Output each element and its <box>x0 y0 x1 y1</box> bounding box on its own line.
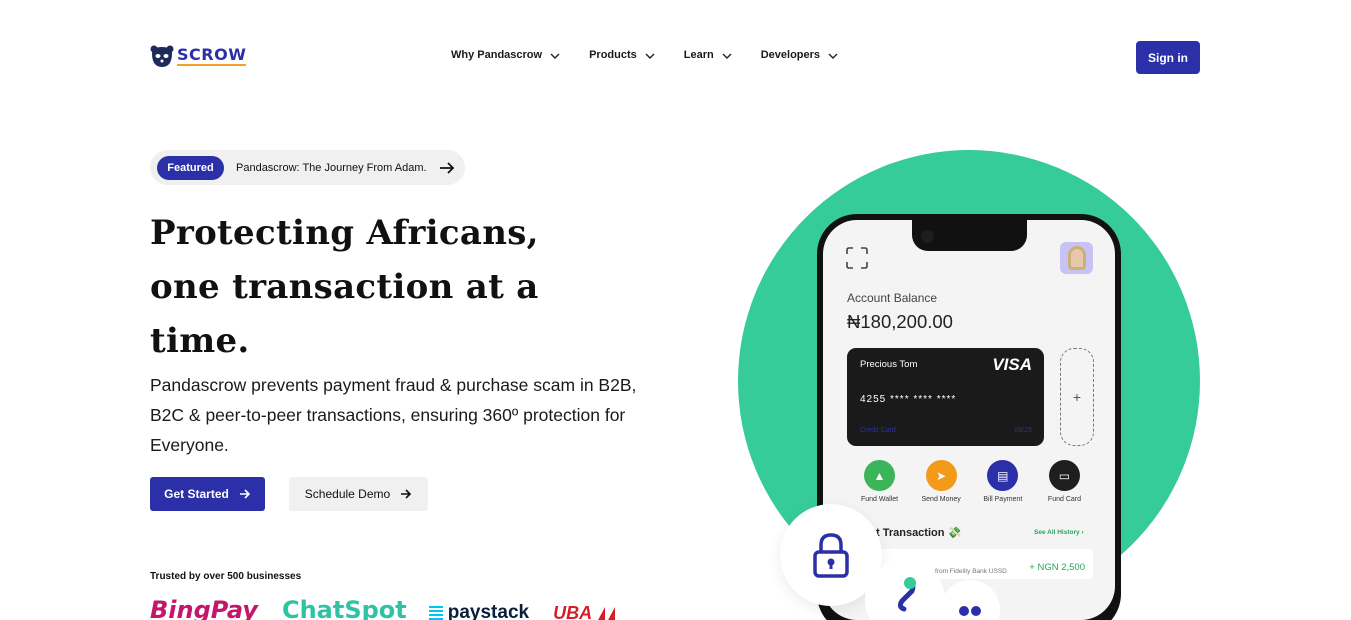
menu-label: Products <box>589 49 637 61</box>
users-icon <box>959 606 981 616</box>
logo-text: SCROW <box>177 44 247 66</box>
menu-label: Why Pandascrow <box>451 49 543 61</box>
action-fund-wallet: ▲ Fund Wallet <box>852 460 907 503</box>
menu-why-pandascrow[interactable]: Why Pandascrow <box>451 49 560 61</box>
schedule-demo-button[interactable]: Schedule Demo <box>289 477 428 511</box>
panda-logo-icon <box>150 45 174 67</box>
top-nav: SCROW Why Pandascrow Products Learn Deve… <box>0 0 1351 115</box>
chatspot-logo: ChatSpot <box>281 596 407 620</box>
card-number: 4255 **** **** **** <box>860 394 957 405</box>
chevron-down-icon <box>645 53 655 59</box>
fund-card-icon: ▭ <box>1048 460 1080 491</box>
chevron-down-icon <box>722 53 732 59</box>
arrow-right-icon <box>439 161 454 174</box>
action-label: Fund Wallet <box>860 496 899 503</box>
link-icon <box>897 577 916 612</box>
action-bill-payment: ▤ Bill Payment <box>975 460 1030 503</box>
menu-products[interactable]: Products <box>589 49 655 61</box>
menu-learn[interactable]: Learn <box>684 49 732 61</box>
paystack-logo: paystack <box>428 602 530 620</box>
paystack-wordmark: paystack <box>447 602 530 620</box>
quick-actions: ▲ Fund Wallet ➤ Send Money ▤ Bill Paymen… <box>852 460 1092 503</box>
fund-wallet-icon: ▲ <box>864 460 895 491</box>
main-menu: Why Pandascrow Products Learn Developers <box>451 49 838 61</box>
uba-flag-icon <box>597 606 616 620</box>
bingpay-logo: BingPay <box>150 596 258 620</box>
chevron-down-icon <box>828 53 838 59</box>
arrow-right-icon <box>239 489 250 499</box>
trusted-by-text: Trusted by over 500 businesses <box>150 571 302 582</box>
paystack-bars-icon <box>428 606 443 620</box>
hero-subtext: Pandascrow prevents payment fraud & purc… <box>150 375 637 455</box>
chevron-down-icon <box>550 53 560 59</box>
sign-in-button[interactable]: Sign in <box>1136 41 1200 74</box>
lock-icon <box>813 533 849 578</box>
scan-icon <box>846 247 868 269</box>
visa-logo: VISA <box>992 355 1032 374</box>
camera-icon <box>921 230 934 243</box>
hero-headline: Protecting Africans, one transaction at … <box>150 206 710 368</box>
action-label: Bill Payment <box>983 496 1023 503</box>
bill-payment-icon: ▤ <box>987 460 1019 491</box>
schedule-demo-label: Schedule Demo <box>304 487 391 501</box>
get-started-button[interactable]: Get Started <box>150 477 265 511</box>
send-money-icon: ➤ <box>925 460 957 491</box>
action-label: Fund Card <box>1047 496 1081 503</box>
featured-badge: Featured <box>157 155 224 180</box>
action-send-money: ➤ Send Money <box>914 460 969 503</box>
add-card-button: + <box>1060 348 1094 446</box>
action-label: Send Money <box>921 496 961 503</box>
card-holder: Precious Tom <box>860 359 918 370</box>
uba-logo: UBA <box>553 603 617 620</box>
card-expiry: 09/25 <box>1014 427 1032 434</box>
headline-line: time. <box>150 321 250 361</box>
balance-label: Account Balance <box>847 291 938 305</box>
recent-transactions-title: t Transaction 💸 <box>876 527 962 539</box>
featured-text: Pandascrow: The Journey From Adam. <box>236 161 427 174</box>
menu-developers[interactable]: Developers <box>761 49 838 61</box>
get-started-label: Get Started <box>164 487 229 501</box>
see-all-history-link: See All History › <box>1034 529 1084 536</box>
logo[interactable]: SCROW <box>150 44 247 68</box>
user-avatar <box>1060 242 1093 274</box>
featured-announcement[interactable]: Featured Pandascrow: The Journey From Ad… <box>150 150 465 185</box>
transaction-amount: + NGN 2,500 <box>1029 562 1085 573</box>
uba-wordmark: UBA <box>553 603 593 620</box>
action-fund-card: ▭ Fund Card <box>1037 460 1092 503</box>
menu-label: Developers <box>760 49 821 61</box>
headline-line: Protecting Africans, <box>150 213 539 253</box>
balance-value: ₦180,200.00 <box>847 311 953 332</box>
card-type: Credit Card <box>860 427 896 434</box>
menu-label: Learn <box>683 49 714 61</box>
brand-logos: BingPay ChatSpot paystack UBA <box>150 594 617 620</box>
transaction-description: from Fidelity Bank USSD <box>935 568 1007 575</box>
arrow-right-icon <box>401 489 412 499</box>
headline-line: one transaction at a <box>150 267 539 307</box>
credit-card: Precious Tom VISA 4255 **** **** **** Cr… <box>847 348 1044 446</box>
